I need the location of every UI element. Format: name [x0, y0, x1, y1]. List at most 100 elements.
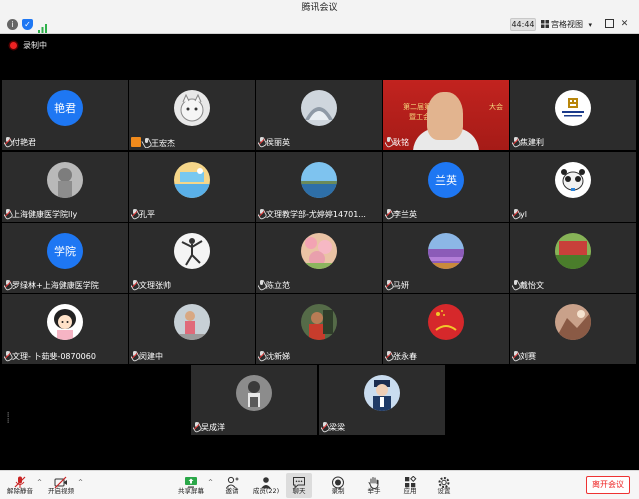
view-mode-button[interactable]: 宫格视图 ▾ — [541, 18, 592, 31]
share-options-chevron-icon[interactable]: ^ — [208, 479, 213, 486]
window-title-bar: 腾讯会议 — [0, 0, 639, 16]
share-screen-button[interactable]: 共享屏幕 — [177, 473, 205, 498]
participant-name-label: 沈新娣 — [258, 351, 290, 362]
shield-icon[interactable]: ✓ — [22, 19, 33, 30]
participant-name: 王宏杰 — [151, 139, 175, 148]
participant-tile[interactable]: 戴怡文 — [510, 223, 636, 293]
avatar — [428, 233, 464, 269]
participant-name-label: 耿铭 — [385, 137, 409, 148]
window-title: 腾讯会议 — [301, 3, 338, 13]
meeting-timer: 44:44 — [510, 18, 536, 31]
participant-tile[interactable]: 上海健康医学院lly — [2, 152, 128, 222]
sidebar-handle[interactable]: ⁞ ⁞ — [7, 412, 9, 425]
participant-tile[interactable]: yl — [510, 152, 636, 222]
audio-options-chevron-icon[interactable]: ^ — [37, 479, 42, 486]
muted-mic-icon — [258, 351, 266, 360]
participant-tile[interactable]: 文理张帅 — [129, 223, 255, 293]
participant-tile[interactable]: 沈新娣 — [256, 294, 382, 364]
participant-name-label: 文理- 卜茹斐-0870060 — [4, 351, 96, 362]
participant-name: 文理- 卜茹斐-0870060 — [12, 352, 96, 361]
participant-tile[interactable]: 文理教学部-尤婷婷14701... — [256, 152, 382, 222]
participant-name-label: 梁梁 — [321, 422, 345, 433]
chat-button[interactable]: 聊天 — [286, 473, 312, 498]
participant-name: 孔平 — [139, 210, 155, 219]
participant-tile[interactable]: 孔平 — [129, 152, 255, 222]
avatar: 学院 — [47, 233, 83, 269]
fullscreen-icon[interactable] — [604, 19, 615, 30]
participant-name: 吴成洋 — [201, 423, 225, 432]
participant-name-label: 焦建利 — [512, 137, 544, 148]
participant-name: 张永春 — [393, 352, 417, 361]
mic-icon — [143, 138, 149, 147]
avatar — [364, 375, 400, 411]
share-screen-icon — [184, 474, 198, 488]
participant-name-label: 李兰英 — [385, 209, 417, 220]
muted-mic-icon — [385, 280, 393, 289]
muted-mic-icon — [258, 137, 266, 146]
participant-name: yl — [520, 210, 527, 219]
video-off-icon — [54, 474, 68, 489]
participant-tile[interactable]: 张永春 — [383, 294, 509, 364]
unmute-button[interactable]: 解除静音 — [6, 473, 34, 498]
participant-tile[interactable]: 文理- 卜茹斐-0870060 — [2, 294, 128, 364]
participant-name: 李兰英 — [393, 210, 417, 219]
settings-button[interactable]: 设置 — [432, 473, 456, 498]
participant-name: 马妍 — [393, 281, 409, 290]
participant-tile[interactable]: 焦建利 — [510, 80, 636, 150]
participant-name: 闵建中 — [139, 352, 163, 361]
participant-tile[interactable]: 王宏杰 — [129, 80, 255, 150]
video-grid-area: 录制中 艳君付艳君王宏杰侯丽英文理第二届第四大会暨工会耿铭焦建利上海健康医学院l… — [0, 34, 639, 470]
members-icon — [259, 474, 273, 489]
raise-hand-button[interactable]: 举手 — [362, 473, 386, 498]
signal-icon[interactable] — [37, 19, 48, 33]
info-icon[interactable]: i — [7, 19, 18, 30]
start-video-button[interactable]: 开启视频 — [47, 473, 75, 498]
mic-icon — [258, 280, 264, 289]
close-icon[interactable]: ✕ — [619, 19, 630, 30]
participant-name: 陈立范 — [266, 281, 290, 290]
participant-name: 文理教学部-尤婷婷14701... — [266, 210, 366, 219]
avatar — [174, 90, 210, 126]
participant-tile[interactable]: 陈立范 — [256, 223, 382, 293]
avatar — [174, 304, 210, 340]
view-mode-label: 宫格视图 — [551, 20, 583, 29]
avatar — [301, 304, 337, 340]
leave-meeting-button[interactable]: 离开会议 — [586, 476, 630, 494]
participant-name-label: 侯丽英 — [258, 137, 290, 148]
video-options-chevron-icon[interactable]: ^ — [78, 479, 83, 486]
participant-tile[interactable]: 艳君 付艳君 — [2, 80, 128, 150]
avatar — [428, 304, 464, 340]
participant-name: 焦建利 — [520, 138, 544, 147]
participant-tile[interactable]: 闵建中 — [129, 294, 255, 364]
host-badge-icon — [131, 137, 141, 147]
avatar — [301, 90, 337, 126]
participant-tile[interactable]: 刘赛 — [510, 294, 636, 364]
participant-tile[interactable]: 马妍 — [383, 223, 509, 293]
muted-mic-icon — [13, 474, 27, 488]
record-button[interactable]: 录制 — [326, 473, 350, 498]
participant-tile[interactable]: 学院 罗绿林+上海健康医学院 — [2, 223, 128, 293]
participant-name-label: 戴怡文 — [512, 280, 544, 291]
muted-mic-icon — [512, 209, 520, 218]
avatar: 艳君 — [47, 90, 83, 126]
apps-button[interactable]: 应用 — [398, 473, 422, 498]
avatar — [236, 375, 272, 411]
participant-tile[interactable]: 吴成洋 — [191, 365, 317, 435]
participant-name: 上海健康医学院lly — [12, 210, 78, 219]
participant-name-label: 文理张帅 — [131, 280, 171, 291]
avatar — [301, 233, 337, 269]
gear-icon — [437, 474, 451, 488]
participant-tile[interactable]: 侯丽英 — [256, 80, 382, 150]
participant-tile[interactable]: 兰英李兰英 — [383, 152, 509, 222]
participant-tile[interactable]: 梁梁 — [319, 365, 445, 435]
avatar — [555, 162, 591, 198]
invite-button[interactable]: 邀请 — [220, 473, 244, 498]
members-button[interactable]: 成员(22) — [252, 473, 280, 498]
meeting-toolbar: 解除静音 ^ 开启视频 ^ 共享屏幕 ^ 邀请 成员(22) 聊天 录制 举手 … — [0, 470, 639, 499]
avatar — [47, 162, 83, 198]
active-speaker-video[interactable]: 文理第二届第四大会暨工会耿铭 — [383, 80, 509, 150]
apps-icon — [403, 474, 417, 488]
record-icon — [331, 474, 345, 489]
record-dot-icon — [10, 42, 17, 49]
avatar: 兰英 — [428, 162, 464, 198]
